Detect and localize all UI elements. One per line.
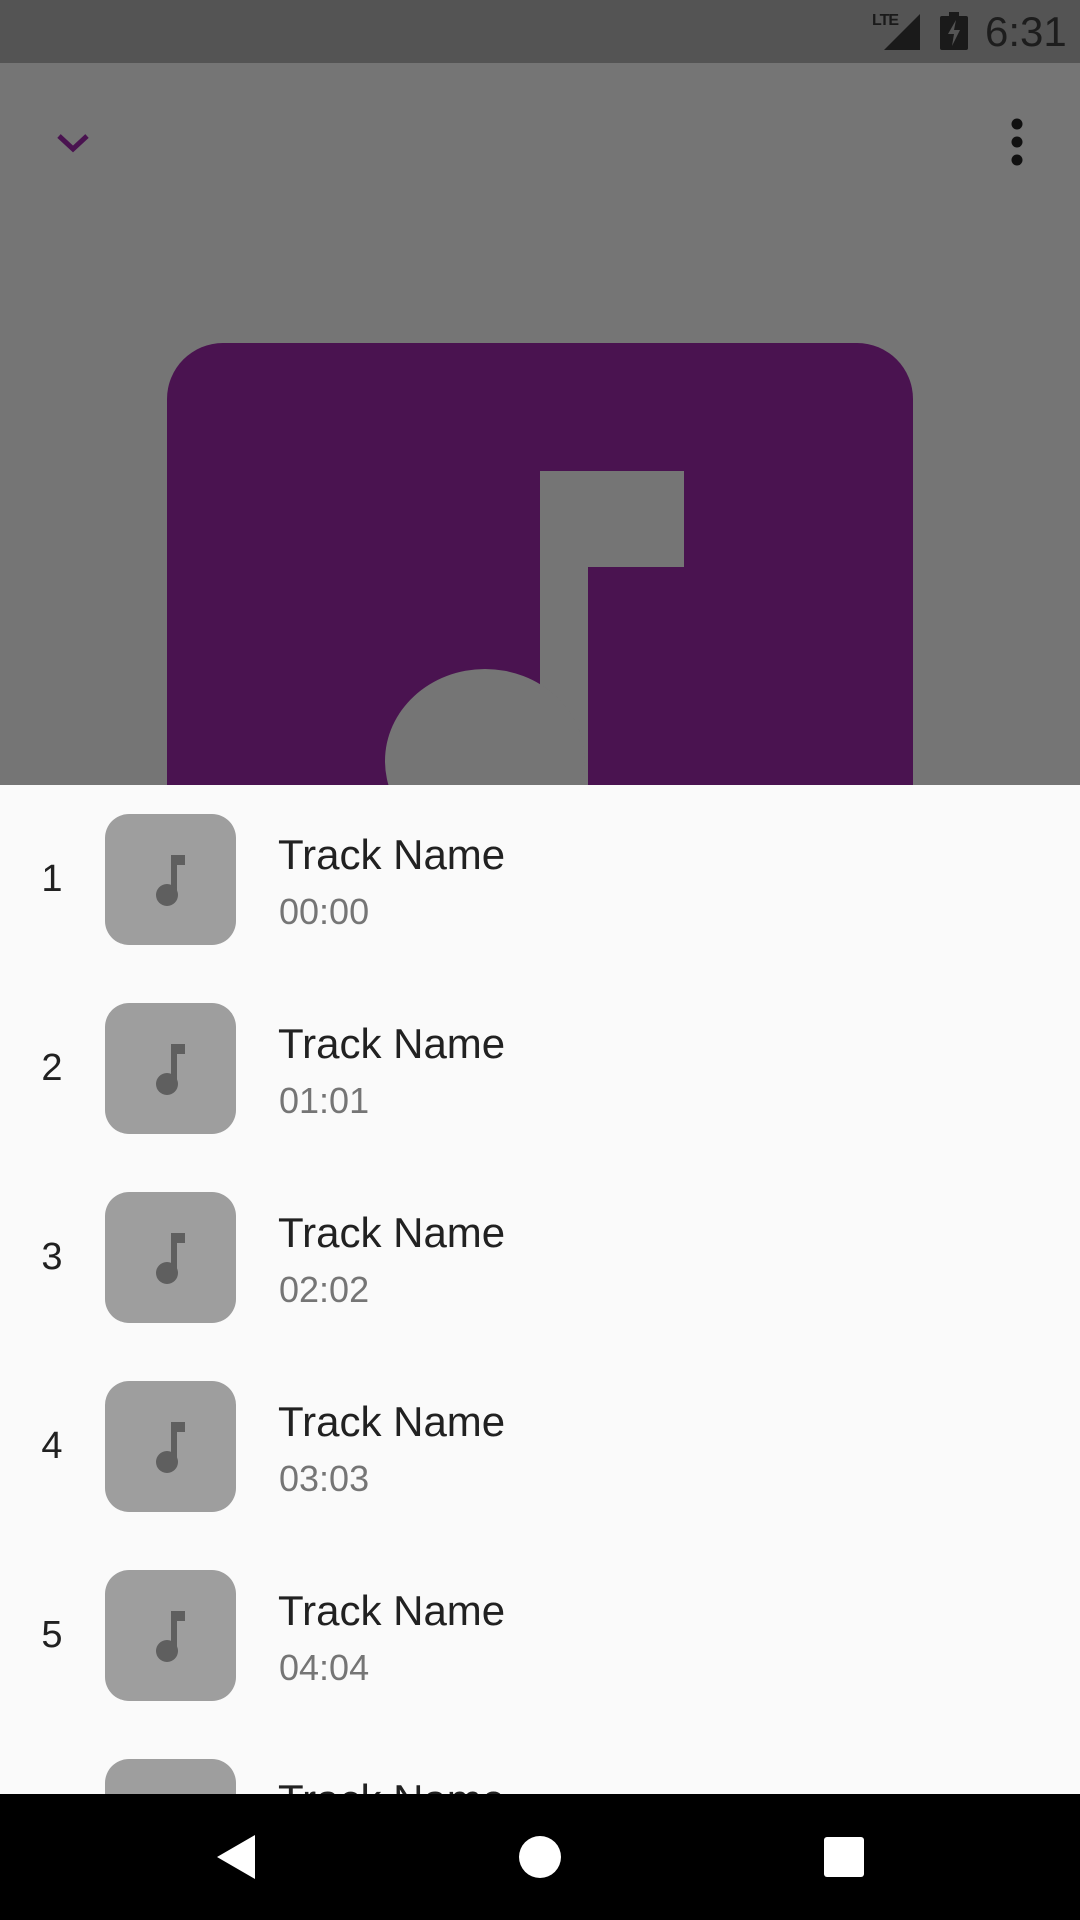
more-vert-icon xyxy=(1011,118,1023,166)
back-button[interactable] xyxy=(157,1794,317,1920)
track-row[interactable]: 2 Track Name 01:01 xyxy=(0,974,1080,1163)
track-duration: 04:04 xyxy=(279,1647,370,1688)
track-row[interactable]: 4 Track Name 03:03 xyxy=(0,1352,1080,1541)
track-list: 1 Track Name 00:00 2 Track Name 01:01 3 xyxy=(0,785,1080,1794)
track-thumbnail xyxy=(105,1570,236,1701)
lte-signal-icon: LTE xyxy=(872,12,922,52)
home-icon xyxy=(519,1836,561,1878)
music-note-icon xyxy=(155,1421,185,1473)
network-label: LTE xyxy=(872,12,899,29)
track-thumbnail xyxy=(105,1381,236,1512)
music-note-icon xyxy=(155,854,185,906)
home-button[interactable] xyxy=(460,1794,620,1920)
track-row[interactable]: Track Name xyxy=(0,1730,1080,1794)
track-number: 1 xyxy=(41,858,63,900)
track-title: Track Name xyxy=(278,1776,505,1794)
album-art xyxy=(167,343,913,785)
chevron-down-icon xyxy=(57,134,89,153)
track-thumbnail xyxy=(105,1759,236,1794)
track-thumbnail xyxy=(105,814,236,945)
back-icon xyxy=(217,1835,255,1879)
recents-button[interactable] xyxy=(764,1794,924,1920)
track-row[interactable]: 1 Track Name 00:00 xyxy=(0,785,1080,974)
track-number: 2 xyxy=(41,1047,63,1089)
music-note-icon xyxy=(155,1043,185,1095)
track-row[interactable]: 5 Track Name 04:04 xyxy=(0,1541,1080,1730)
music-note-icon xyxy=(155,1610,185,1662)
track-number: 4 xyxy=(41,1425,63,1467)
status-bar: LTE 6:31 xyxy=(0,0,1080,63)
track-title: Track Name xyxy=(278,831,506,878)
track-duration: 01:01 xyxy=(279,1080,370,1121)
recents-icon xyxy=(824,1837,864,1877)
track-number: 3 xyxy=(41,1236,63,1278)
battery-charging-icon xyxy=(940,12,968,50)
now-playing-background xyxy=(0,63,1080,785)
track-title: Track Name xyxy=(278,1398,506,1445)
track-title: Track Name xyxy=(278,1587,506,1634)
track-thumbnail xyxy=(105,1003,236,1134)
track-thumbnail xyxy=(105,1192,236,1323)
collapse-button[interactable] xyxy=(40,109,106,175)
navigation-bar xyxy=(0,1794,1080,1920)
track-row[interactable]: 3 Track Name 02:02 xyxy=(0,1163,1080,1352)
status-clock: 6:31 xyxy=(985,8,1067,55)
track-duration: 02:02 xyxy=(279,1269,370,1310)
track-duration: 00:00 xyxy=(279,891,370,932)
track-title: Track Name xyxy=(278,1209,506,1256)
music-note-icon xyxy=(155,1232,185,1284)
track-title: Track Name xyxy=(278,1020,506,1067)
more-options-button[interactable] xyxy=(984,109,1050,175)
track-number: 5 xyxy=(41,1614,63,1656)
track-duration: 03:03 xyxy=(279,1458,370,1499)
